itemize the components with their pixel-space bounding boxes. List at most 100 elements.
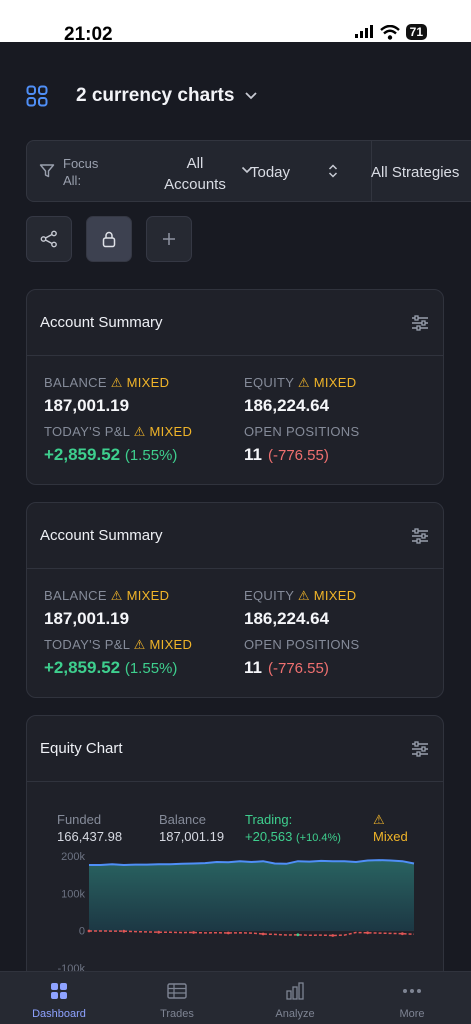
lock-button[interactable] [86, 216, 132, 262]
trading-percent: (+10.4%) [295, 832, 341, 844]
sliders-icon[interactable] [411, 740, 429, 757]
dashboard-icon [51, 983, 67, 999]
warning-icon: ⚠ [373, 812, 385, 827]
pnl-value: +2,859.52 (1.55%) [44, 445, 178, 464]
mixed-badge: ⚠ MIXED [297, 375, 357, 390]
bottom-nav: Dashboard Trades Analyze More [0, 971, 471, 1024]
mixed-badge: ⚠ MIXED [110, 375, 170, 390]
filter-icon [39, 164, 55, 178]
chart-balance-value: 187,001.19 [159, 829, 225, 844]
account-summary-card: Account Summary BALANCE ⚠ MIXED 187,001.… [26, 502, 444, 698]
open-positions-value: 11 (-776.55) [244, 445, 329, 464]
chevron-down-icon[interactable] [244, 91, 258, 101]
nav-trades[interactable]: Trades [118, 980, 236, 1020]
equity-chart-card: Equity Chart Funded 166,437.98 Balance 1… [26, 715, 444, 985]
more-icon [403, 989, 421, 993]
plus-icon [163, 233, 175, 245]
funded-value: 166,437.98 [57, 829, 123, 844]
filter-bar: Focus All: All Accounts Today All Strate… [26, 140, 471, 202]
table-icon [167, 983, 187, 999]
nav-dashboard[interactable]: Dashboard [0, 980, 118, 1020]
share-button[interactable] [26, 216, 72, 262]
equity-chart: 200k100k0-100k [57, 851, 415, 975]
equity-label: EQUITY ⚠ MIXED [244, 375, 357, 390]
period-select[interactable]: Today [250, 164, 290, 181]
accounts-select[interactable]: All Accounts [155, 153, 235, 195]
mixed-badge: ⚠ MIXED [133, 637, 193, 652]
wifi-icon [379, 24, 400, 40]
mixed-label: Mixed [373, 829, 408, 844]
sort-arrows-icon[interactable] [327, 163, 339, 179]
equity-area [89, 860, 414, 931]
trading-label: Trading: [245, 812, 293, 827]
pnl-point [296, 933, 300, 937]
card-title: Account Summary [40, 527, 163, 544]
balance-label: BALANCE ⚠ MIXED [44, 375, 170, 390]
sliders-icon[interactable] [411, 314, 429, 331]
status-icons: 71 [354, 24, 427, 40]
pnl-point [366, 931, 369, 935]
account-summary-card: Account Summary BALANCE ⚠ MIXED 187,001.… [26, 289, 444, 485]
summary-body: BALANCE ⚠ MIXED 187,001.19 EQUITY ⚠ MIXE… [27, 569, 443, 697]
chart-balance-label: Balance [159, 812, 206, 827]
open-positions-label: OPEN POSITIONS [244, 424, 360, 439]
pnl-line [89, 930, 415, 937]
nav-analyze-label: Analyze [275, 1008, 315, 1020]
equity-label: EQUITY ⚠ MIXED [244, 588, 357, 603]
pnl-point [331, 934, 335, 937]
status-bar: 21:02 71 [0, 0, 471, 45]
add-widget-button[interactable] [146, 216, 192, 262]
mixed-badge: ⚠ MIXED [133, 424, 193, 439]
mixed-badge: ⚠ MIXED [110, 588, 170, 603]
open-positions-pnl: (-776.55) [267, 660, 329, 677]
lock-icon [102, 231, 116, 248]
pnl-point [401, 932, 404, 936]
mixed-badge: ⚠ MIXED [297, 588, 357, 603]
equity-value: 186,224.64 [244, 609, 330, 628]
open-positions-value: 11 (-776.55) [244, 658, 329, 677]
pnl-label: TODAY'S P&L ⚠ MIXED [44, 637, 193, 652]
open-positions-pnl: (-776.55) [267, 447, 329, 464]
pnl-point [87, 929, 91, 933]
pnl-value: +2,859.52 (1.55%) [44, 658, 178, 677]
pnl-percent: (1.55%) [124, 447, 178, 464]
card-header: Equity Chart [27, 716, 443, 782]
battery-icon: 71 [405, 24, 427, 40]
pnl-point [226, 931, 230, 935]
pnl-point [157, 930, 161, 934]
balance-value: 187,001.19 [44, 609, 130, 628]
card-title: Account Summary [40, 314, 163, 331]
dashboard-header: 2 currency charts [26, 80, 451, 112]
signal-icon [354, 25, 373, 38]
sliders-icon[interactable] [411, 527, 429, 544]
pnl-point [192, 931, 195, 934]
pnl-point [261, 932, 265, 936]
dashboard-title[interactable]: 2 currency charts [76, 85, 234, 107]
share-icon [40, 230, 57, 248]
balance-value: 187,001.19 [44, 396, 130, 415]
pnl-percent: (1.55%) [124, 660, 178, 677]
nav-trades-label: Trades [160, 1008, 194, 1020]
card-header: Account Summary [27, 503, 443, 569]
balance-label: BALANCE ⚠ MIXED [44, 588, 170, 603]
status-time: 21:02 [64, 24, 113, 45]
grid-icon[interactable] [26, 85, 48, 107]
strategies-select[interactable]: All Strategies [371, 164, 459, 181]
trading-value: +20,563 (+10.4%) [245, 829, 341, 844]
y-tick-label: 0 [79, 926, 85, 938]
nav-analyze[interactable]: Analyze [236, 980, 354, 1020]
equity-value: 186,224.64 [244, 396, 330, 415]
summary-body: BALANCE ⚠ MIXED 187,001.19 EQUITY ⚠ MIXE… [27, 356, 443, 484]
funded-label: Funded [57, 812, 102, 827]
nav-dashboard-label: Dashboard [32, 1008, 86, 1020]
equity-chart-body: Funded 166,437.98 Balance 187,001.19 Tra… [27, 782, 443, 982]
y-tick-label: 100k [61, 888, 85, 900]
open-positions-label: OPEN POSITIONS [244, 637, 360, 652]
bar-chart-icon [286, 982, 304, 1000]
pnl-point [122, 929, 126, 933]
nav-more[interactable]: More [353, 980, 471, 1020]
card-header: Account Summary [27, 290, 443, 356]
pnl-label: TODAY'S P&L ⚠ MIXED [44, 424, 193, 439]
focus-label: Focus All: [63, 156, 99, 188]
card-title: Equity Chart [40, 740, 123, 757]
